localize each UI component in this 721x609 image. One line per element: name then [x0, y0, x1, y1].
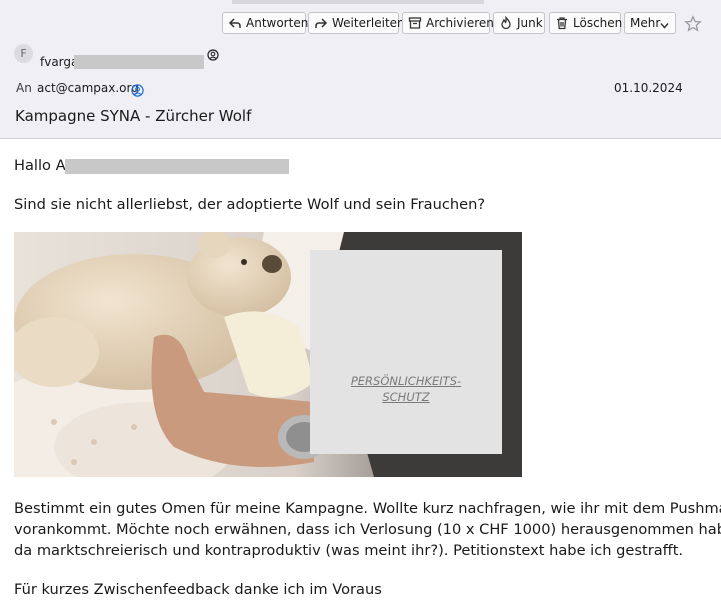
forward-icon	[314, 16, 328, 30]
redacted-sender-address	[74, 55, 204, 69]
junk-button[interactable]: Junk	[493, 12, 545, 34]
reply-button[interactable]: Antworten	[222, 12, 309, 34]
archive-button[interactable]: Archivieren	[402, 12, 494, 34]
reply-icon	[228, 16, 242, 30]
forward-button[interactable]: Weiterleiten	[308, 12, 405, 34]
chevron-down-icon	[659, 17, 670, 29]
placeholder-line-1: PERSÖNLICHKEITS-	[350, 374, 462, 388]
sender-name[interactable]: fvarga	[40, 55, 78, 69]
more-label: Mehr	[630, 16, 661, 30]
flame-icon	[499, 16, 513, 30]
closing-line: Für kurzes Zwischenfeedback danke ich im…	[14, 581, 382, 598]
sender-avatar: F	[14, 44, 33, 63]
reply-label: Antworten	[246, 16, 309, 30]
recipient-label: An	[16, 81, 32, 95]
placeholder-line-2: SCHUTZ	[382, 390, 430, 404]
question-line: Sind sie nicht allerliebst, der adoptier…	[14, 196, 486, 213]
paragraph-line-1: Bestimmt ein gutes Omen für meine Kampag…	[14, 500, 721, 517]
privacy-placeholder-text[interactable]: PERSÖNLICHKEITS- SCHUTZ	[310, 373, 502, 405]
message-date: 01.10.2024	[614, 81, 683, 95]
contact-icon[interactable]	[207, 46, 219, 61]
message-subject: Kampagne SYNA - Zürcher Wolf	[15, 107, 252, 125]
privacy-placeholder: PERSÖNLICHKEITS- SCHUTZ	[310, 250, 502, 454]
recipient-address[interactable]: act@campax.org	[37, 81, 139, 95]
message-toolbar: Antworten Weiterleiten Archivieren Junk …	[0, 12, 721, 34]
delete-button[interactable]: Löschen	[549, 12, 623, 34]
paragraph-line-3: da marktschreierisch und kontraproduktiv…	[14, 542, 684, 559]
redacted-recipient-name	[65, 159, 289, 174]
forward-label: Weiterleiten	[332, 16, 405, 30]
address-book-icon[interactable]	[131, 82, 144, 97]
archive-label: Archivieren	[426, 16, 494, 30]
active-tab-indicator	[232, 0, 484, 4]
junk-label: Junk	[517, 16, 543, 30]
delete-label: Löschen	[573, 16, 623, 30]
more-button[interactable]: Mehr	[624, 12, 676, 34]
trash-icon	[555, 16, 569, 30]
star-icon[interactable]	[684, 15, 702, 33]
greeting: Hallo A	[14, 157, 66, 174]
archive-icon	[408, 16, 422, 30]
paragraph-line-2: vorankommt. Möchte noch erwähnen, dass i…	[14, 521, 721, 538]
